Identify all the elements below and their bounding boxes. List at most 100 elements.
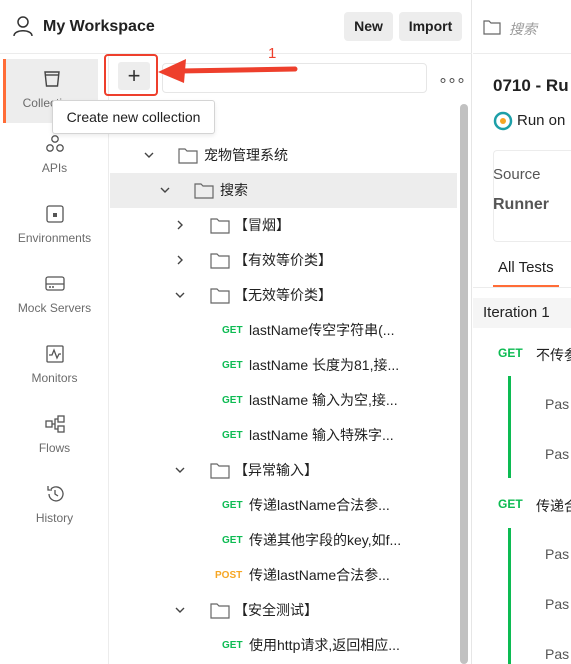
request-name: 传递其他字段的key,如f...	[249, 532, 402, 548]
history-icon	[46, 486, 64, 502]
method-badge: GET	[222, 325, 243, 336]
sidebar-panel: My Workspace New Import Collections APIs…	[0, 0, 472, 664]
runner-icon	[493, 111, 513, 131]
source-label: Source	[493, 166, 541, 183]
sidebar-item-history[interactable]: History	[0, 484, 109, 548]
sidebar-item-mock-servers[interactable]: Mock Servers	[0, 274, 109, 338]
request-name: lastName 长度为81,接...	[249, 357, 400, 373]
folder-row-search[interactable]: 搜索	[110, 173, 457, 208]
sidebar-item-environments[interactable]: Environments	[0, 204, 109, 268]
chevron-down-icon	[175, 607, 185, 613]
request-name: lastName传空字符串(...	[249, 322, 395, 338]
request-row[interactable]: GET lastName 输入为空,接...	[110, 383, 457, 418]
flows-icon	[44, 415, 65, 433]
request-name[interactable]: 不传参	[536, 345, 571, 365]
user-icon	[13, 16, 33, 37]
request-name: 传递lastName合法参...	[249, 497, 390, 513]
folder-icon	[178, 148, 198, 164]
sidebar-item-apis[interactable]: APIs	[0, 134, 109, 198]
method-badge: GET	[222, 360, 243, 371]
test-group-bar	[508, 528, 511, 664]
collection-row[interactable]: 宠物管理系统	[110, 138, 457, 173]
request-row[interactable]: GET lastName 输入特殊字...	[110, 418, 457, 453]
folder-name: 搜索	[220, 182, 248, 198]
folder-icon	[210, 463, 230, 479]
source-value: Runner	[493, 196, 549, 213]
request-name: lastName 输入特殊字...	[249, 427, 394, 443]
folder-name: 【安全测试】	[234, 602, 318, 618]
folder-row-invalid[interactable]: 【无效等价类】	[110, 278, 457, 313]
folder-row-valid[interactable]: 【有效等价类】	[110, 243, 457, 278]
tab-all-tests[interactable]: All Tests	[498, 259, 554, 276]
method-badge: GET	[222, 535, 243, 546]
iteration-header[interactable]: Iteration 1	[473, 298, 571, 328]
folder-name: 【有效等价类】	[234, 252, 332, 268]
method-badge: GET	[222, 640, 243, 651]
folder-icon	[210, 218, 230, 234]
new-button[interactable]: New	[344, 12, 393, 41]
method-badge: POST	[215, 570, 243, 581]
request-row[interactable]: GET 传递其他字段的key,如f...	[110, 523, 457, 558]
annotation-number: 1	[268, 45, 277, 62]
chevron-down-icon	[175, 292, 185, 298]
search-input[interactable]: 搜索	[509, 19, 537, 39]
chevron-right-icon	[177, 220, 183, 230]
chevron-down-icon	[160, 187, 170, 193]
run-on-label: Run on	[517, 112, 566, 129]
request-row[interactable]: GET 使用http请求,返回相应...	[110, 628, 457, 663]
folder-name: 【无效等价类】	[234, 287, 332, 303]
sidebar-item-label: Monitors	[31, 371, 78, 385]
method-badge: GET	[498, 346, 523, 360]
apis-icon	[45, 135, 64, 152]
chevron-down-icon	[144, 152, 154, 158]
test-group-bar	[508, 376, 511, 478]
tooltip: Create new collection	[52, 100, 215, 134]
sidebar-item-label: Flows	[38, 441, 71, 455]
test-result: Pas	[545, 396, 570, 412]
method-badge: GET	[498, 497, 523, 511]
request-name: 使用http请求,返回相应...	[249, 637, 400, 653]
request-name: 传递lastName合法参...	[249, 567, 390, 583]
folder-row-security[interactable]: 【安全测试】	[110, 593, 457, 628]
mock-server-icon	[44, 276, 65, 291]
folder-icon	[210, 603, 230, 619]
environments-icon	[45, 205, 64, 223]
request-row[interactable]: GET lastName传空字符串(...	[110, 313, 457, 348]
test-result: Pas	[545, 596, 570, 612]
runner-topbar: 搜索	[473, 0, 571, 54]
folder-icon	[194, 183, 214, 199]
request-row[interactable]: GET lastName 长度为81,接...	[110, 348, 457, 383]
trash-can-icon	[44, 71, 60, 87]
folder-row-smoke[interactable]: 【冒烟】	[110, 208, 457, 243]
workspace-title[interactable]: My Workspace	[43, 18, 155, 36]
folder-icon	[210, 288, 230, 304]
scrollbar[interactable]	[460, 104, 468, 664]
folder-row-abnormal[interactable]: 【异常输入】	[110, 453, 457, 488]
sidebar-nav: Collections APIs Environments Mock Serve…	[0, 55, 109, 664]
request-name: lastName 输入为空,接...	[249, 392, 398, 408]
method-badge: GET	[222, 500, 243, 511]
folder-icon	[483, 20, 501, 35]
import-button[interactable]: Import	[399, 12, 462, 41]
request-row[interactable]: POST 传递lastName合法参...	[110, 558, 457, 593]
run-title: 0710 - Ru	[493, 76, 569, 95]
test-result: Pas	[545, 646, 570, 662]
add-collection-button[interactable]: +	[118, 62, 150, 90]
monitor-icon	[45, 345, 64, 363]
sidebar-item-label: APIs	[41, 161, 68, 175]
collection-name: 宠物管理系统	[204, 147, 288, 163]
sidebar-item-label: Environments	[17, 231, 92, 245]
request-row[interactable]: GET 传递lastName合法参...	[110, 488, 457, 523]
sidebar-item-label: History	[35, 511, 74, 525]
chevron-down-icon	[175, 467, 185, 473]
sidebar-item-monitors[interactable]: Monitors	[0, 344, 109, 408]
folder-icon	[210, 253, 230, 269]
sidebar-item-flows[interactable]: Flows	[0, 414, 109, 478]
request-name[interactable]: 传递合	[536, 496, 571, 516]
more-options-icon[interactable]: ∘∘∘	[438, 70, 466, 90]
folder-name: 【冒烟】	[234, 217, 290, 233]
folder-name: 【异常输入】	[234, 462, 318, 478]
chevron-right-icon	[177, 255, 183, 265]
test-result: Pas	[545, 446, 570, 462]
divider	[473, 287, 571, 288]
